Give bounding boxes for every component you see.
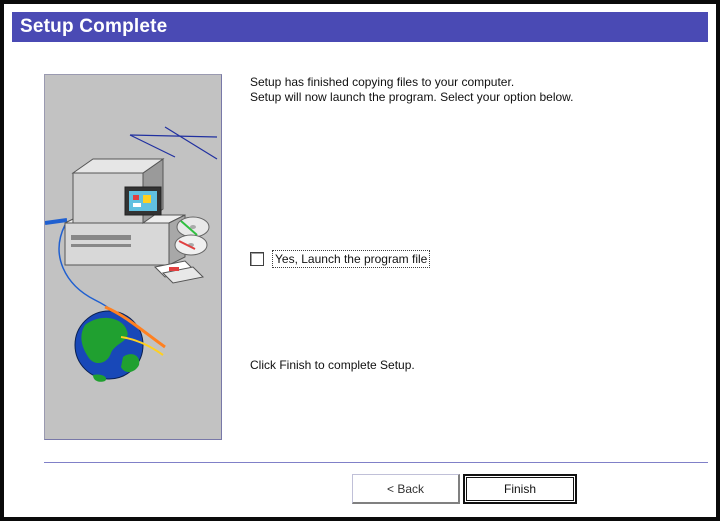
finish-button-label: Finish [503, 482, 536, 496]
launch-option[interactable]: Yes, Launch the program file [250, 250, 431, 268]
finish-instruction: Click Finish to complete Setup. [250, 358, 415, 372]
window-title: Setup Complete [20, 16, 168, 37]
completion-message: Setup has finished copying files to your… [250, 75, 574, 105]
launch-checkbox[interactable] [250, 252, 264, 266]
title-bar: Setup Complete [12, 12, 708, 42]
message-line-2: Setup will now launch the program. Selec… [250, 90, 574, 104]
setup-window: Setup Complete Setup has finished copyin… [0, 0, 720, 521]
setup-illustration [44, 74, 222, 440]
back-button-label: < Back [386, 481, 425, 496]
finish-button[interactable]: Finish [463, 474, 577, 504]
globe-icon [74, 305, 166, 382]
computer-icon [64, 158, 186, 266]
button-separator [44, 462, 708, 464]
back-button[interactable]: < Back [352, 474, 460, 504]
message-line-1: Setup has finished copying files to your… [250, 75, 515, 89]
launch-checkbox-label[interactable]: Yes, Launch the program file [272, 250, 431, 268]
